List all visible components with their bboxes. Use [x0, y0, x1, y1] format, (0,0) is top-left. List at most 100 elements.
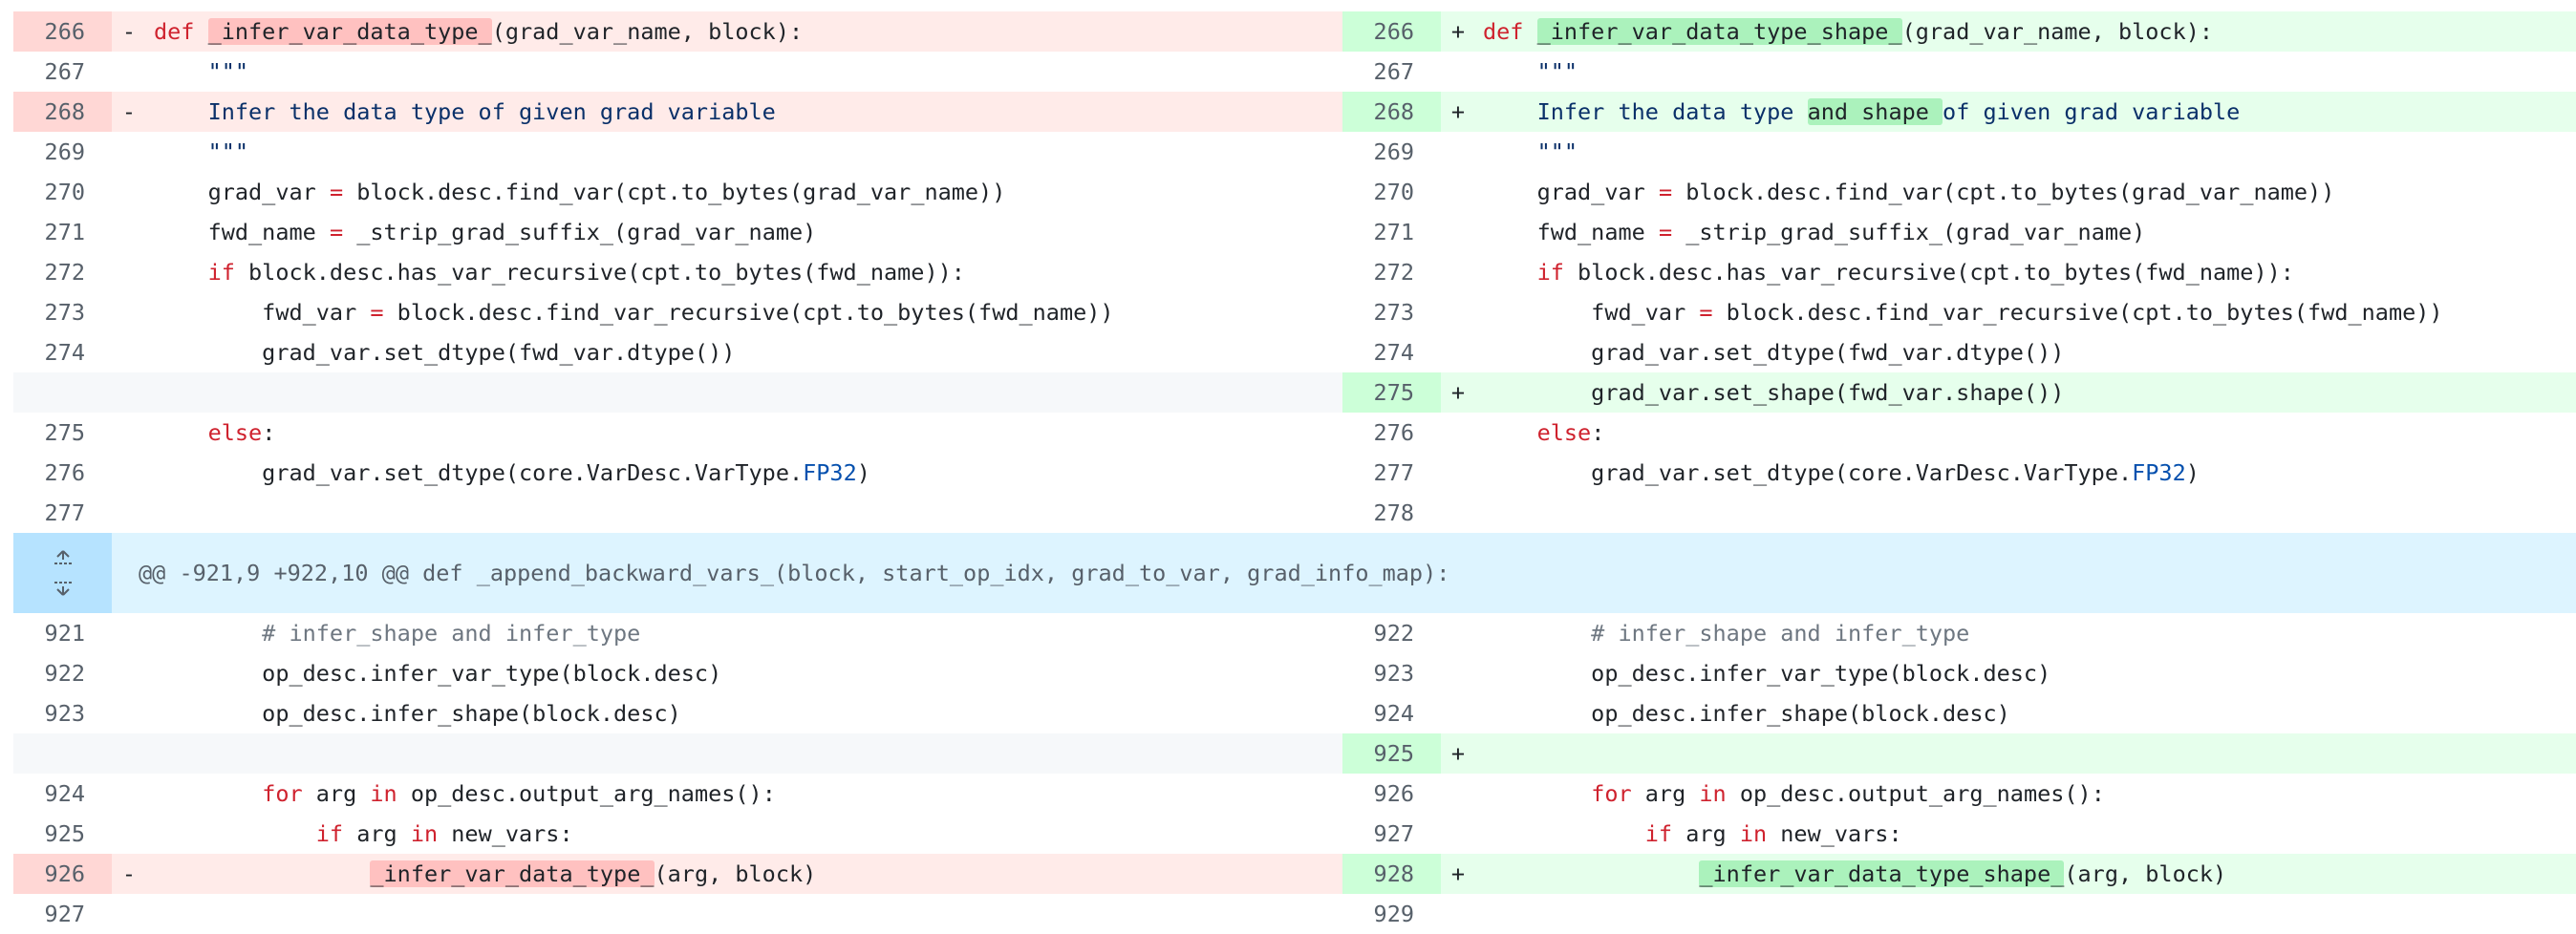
- left-line: 921 # infer_shape and infer_type: [13, 613, 1342, 653]
- line-number[interactable]: 277: [1342, 453, 1441, 493]
- left-line: 926- _infer_var_data_type_(arg, block): [13, 854, 1342, 894]
- line-number[interactable]: 276: [13, 453, 112, 493]
- left-line: 267 """: [13, 52, 1342, 92]
- code-content: fwd_name = _strip_grad_suffix_(grad_var_…: [140, 212, 1342, 252]
- line-number[interactable]: 269: [13, 132, 112, 172]
- line-number[interactable]: 271: [13, 212, 112, 252]
- code-content: op_desc.infer_shape(block.desc): [1470, 693, 2576, 733]
- line-number[interactable]: 273: [1342, 292, 1441, 332]
- left-line: [13, 733, 1342, 774]
- line-number[interactable]: 927: [13, 894, 112, 934]
- line-number[interactable]: 269: [1342, 132, 1441, 172]
- line-number[interactable]: 267: [13, 52, 112, 92]
- line-number[interactable]: 922: [1342, 613, 1441, 653]
- line-number[interactable]: 928: [1342, 854, 1441, 894]
- line-number[interactable]: [13, 733, 112, 774]
- line-number[interactable]: 925: [13, 814, 112, 854]
- expand-up-icon[interactable]: [50, 549, 76, 568]
- line-number[interactable]: 268: [13, 92, 112, 132]
- line-number[interactable]: 924: [1342, 693, 1441, 733]
- diff-row: 927 929: [13, 894, 2576, 934]
- code-content: [140, 894, 1342, 934]
- line-number[interactable]: [13, 372, 112, 413]
- code-content: if arg in new_vars:: [140, 814, 1342, 854]
- line-number[interactable]: 266: [1342, 11, 1441, 52]
- right-line: 277 grad_var.set_dtype(core.VarDesc.VarT…: [1342, 453, 2576, 493]
- diff-row: 273 fwd_var = block.desc.find_var_recurs…: [13, 292, 2576, 332]
- line-number[interactable]: 926: [1342, 774, 1441, 814]
- code-content: _infer_var_data_type_shape_(arg, block): [1470, 854, 2576, 894]
- line-marker: [1441, 693, 1470, 733]
- line-number[interactable]: 925: [1342, 733, 1441, 774]
- line-number[interactable]: 272: [13, 252, 112, 292]
- line-number[interactable]: 923: [13, 693, 112, 733]
- line-marker: [1441, 132, 1470, 172]
- line-number[interactable]: 923: [1342, 653, 1441, 693]
- line-number[interactable]: 272: [1342, 252, 1441, 292]
- line-marker: [1441, 613, 1470, 653]
- addition-marker: +: [1441, 372, 1470, 413]
- changed-token: and shape: [1807, 98, 1943, 125]
- line-marker: [112, 814, 140, 854]
- code-token: grad_var.set_dtype(core.VarDesc.VarType.: [1483, 459, 2133, 486]
- line-number[interactable]: 274: [1342, 332, 1441, 372]
- line-marker: [1441, 52, 1470, 92]
- diff-row: 926- _infer_var_data_type_(arg, block) 92…: [13, 854, 2576, 894]
- line-number[interactable]: 275: [13, 413, 112, 453]
- diff-row: 266- def _infer_var_data_type_(grad_var_n…: [13, 11, 2576, 52]
- right-line: 923 op_desc.infer_var_type(block.desc): [1342, 653, 2576, 693]
- line-number[interactable]: 926: [13, 854, 112, 894]
- line-number[interactable]: 273: [13, 292, 112, 332]
- line-number[interactable]: 270: [1342, 172, 1441, 212]
- line-marker: [1441, 653, 1470, 693]
- line-number[interactable]: 921: [13, 613, 112, 653]
- diff-row: 924 for arg in op_desc.output_arg_names(…: [13, 774, 2576, 814]
- code-content: def _infer_var_data_type_(grad_var_name,…: [140, 11, 1342, 52]
- deletion-marker: -: [112, 92, 140, 132]
- line-number[interactable]: 276: [1342, 413, 1441, 453]
- code-content: fwd_name = _strip_grad_suffix_(grad_var_…: [1470, 212, 2576, 252]
- line-number[interactable]: 274: [13, 332, 112, 372]
- code-content: [1470, 894, 2576, 934]
- code-content: Infer the data type and shape of given g…: [1470, 92, 2576, 132]
- changed-token: _infer_var_data_type_: [207, 18, 492, 45]
- diff-row: 925 if arg in new_vars: 927 if arg in new…: [13, 814, 2576, 854]
- keyword-token: in: [410, 820, 439, 847]
- addition-marker: +: [1441, 11, 1470, 52]
- line-number[interactable]: 275: [1342, 372, 1441, 413]
- code-content: for arg in op_desc.output_arg_names():: [1470, 774, 2576, 814]
- deletion-marker: -: [112, 11, 140, 52]
- line-number[interactable]: 277: [13, 493, 112, 533]
- line-number[interactable]: 267: [1342, 52, 1441, 92]
- line-number[interactable]: 922: [13, 653, 112, 693]
- line-number[interactable]: 929: [1342, 894, 1441, 934]
- left-line: [13, 372, 1342, 413]
- code-content: # infer_shape and infer_type: [140, 613, 1342, 653]
- docstring-token: of given grad variable: [1943, 98, 2241, 125]
- line-number[interactable]: 924: [13, 774, 112, 814]
- left-line: 272 if block.desc.has_var_recursive(cpt.…: [13, 252, 1342, 292]
- line-number[interactable]: 268: [1342, 92, 1441, 132]
- line-number[interactable]: 270: [13, 172, 112, 212]
- diff-row: 267 """ 267 """: [13, 52, 2576, 92]
- changed-token: _infer_var_data_type_shape_: [1536, 18, 1902, 45]
- expand-down-icon[interactable]: [50, 578, 76, 597]
- line-number[interactable]: 271: [1342, 212, 1441, 252]
- line-marker: [112, 894, 140, 934]
- keyword-token: if: [1536, 259, 1564, 286]
- keyword-token: in: [1739, 820, 1768, 847]
- code-content: [140, 372, 1342, 413]
- line-marker: [112, 212, 140, 252]
- code-token: (arg, block): [654, 860, 817, 887]
- line-marker: [112, 372, 140, 413]
- left-line: 277: [13, 493, 1342, 533]
- right-line: 927 if arg in new_vars:: [1342, 814, 2576, 854]
- line-number[interactable]: 278: [1342, 493, 1441, 533]
- line-number[interactable]: 927: [1342, 814, 1441, 854]
- line-number[interactable]: 266: [13, 11, 112, 52]
- code-token: grad_var.set_shape(fwd_var.shape()): [1483, 379, 2065, 406]
- code-token: op_desc.output_arg_names():: [1726, 780, 2105, 807]
- code-content: _infer_var_data_type_(arg, block): [140, 854, 1342, 894]
